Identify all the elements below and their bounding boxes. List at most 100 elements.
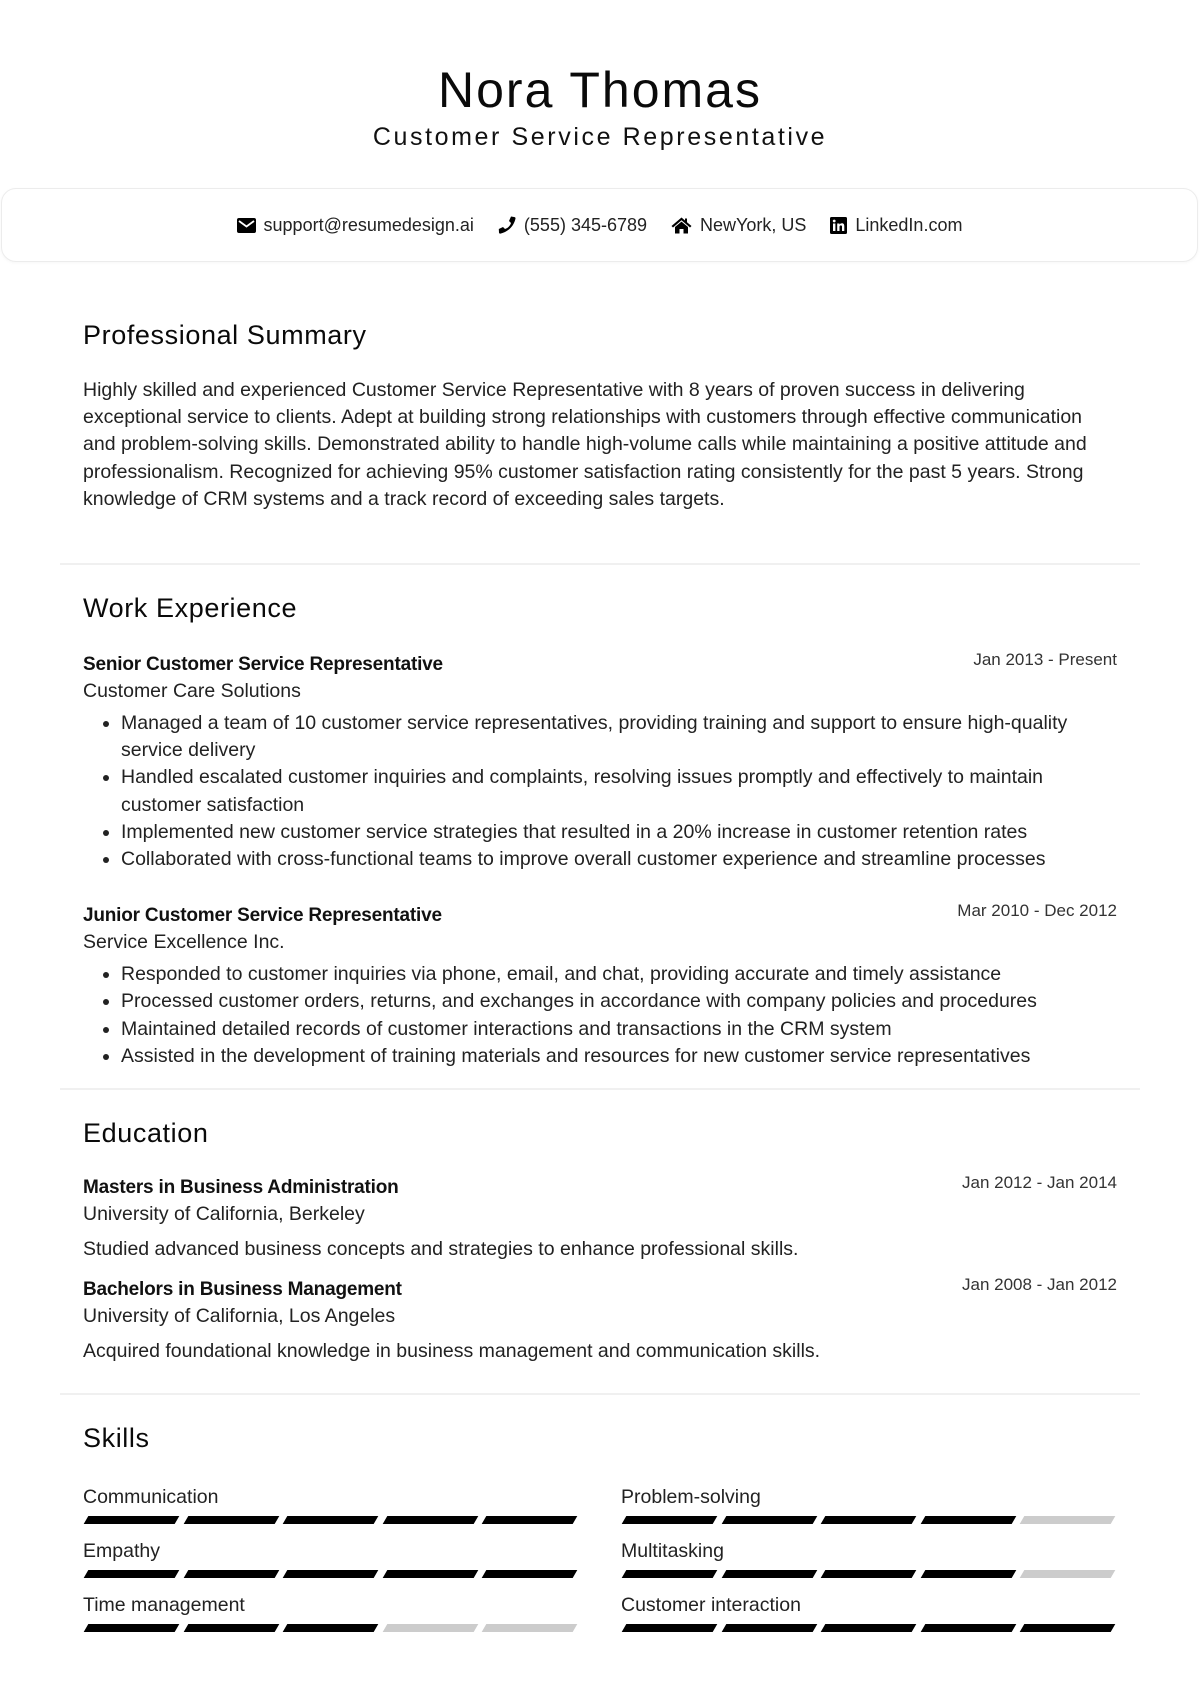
location-text: NewYork, US bbox=[700, 214, 807, 235]
job-entry: Junior Customer Service Representative M… bbox=[83, 901, 1117, 1070]
skills-heading: Skills bbox=[83, 1423, 150, 1454]
rating-segment-empty bbox=[1020, 1516, 1116, 1525]
skill-item: Communication bbox=[83, 1484, 621, 1525]
job-bullet: Managed a team of 10 customer service re… bbox=[121, 710, 1117, 764]
skills-grid: Communication Problem-solving Empathy Mu… bbox=[83, 1484, 1117, 1633]
education-heading: Education bbox=[83, 1118, 209, 1149]
rating-segment-filled bbox=[621, 1570, 717, 1579]
rating-segment-filled bbox=[183, 1624, 279, 1633]
rating-segment-filled bbox=[282, 1570, 379, 1579]
school-name: University of California, Berkeley bbox=[83, 1203, 365, 1226]
skill-name: Customer interaction bbox=[621, 1594, 801, 1617]
rating-segment-filled bbox=[820, 1624, 917, 1633]
skill-rating-bar bbox=[621, 1570, 1116, 1579]
job-date: Mar 2010 - Dec 2012 bbox=[957, 901, 1117, 921]
skill-item: Multitasking bbox=[621, 1538, 1121, 1579]
skill-item: Customer interaction bbox=[621, 1592, 1121, 1633]
education-entry: Bachelors in Business Management Jan 200… bbox=[83, 1275, 1117, 1365]
resume-body: Professional Summary Highly skilled and … bbox=[60, 262, 1140, 1633]
rating-segment-filled bbox=[721, 1516, 817, 1525]
skill-item: Empathy bbox=[83, 1538, 621, 1579]
skill-name: Time management bbox=[83, 1594, 245, 1617]
job-bullet: Handled escalated customer inquiries and… bbox=[121, 764, 1117, 818]
job-company: Service Excellence Inc. bbox=[83, 931, 285, 954]
contact-bar: support@resumedesign.ai (555) 345-6789 N… bbox=[1, 188, 1198, 262]
rating-segment-filled bbox=[920, 1570, 1016, 1579]
job-bullet: Assisted in the development of training … bbox=[121, 1043, 1117, 1070]
skill-name: Communication bbox=[83, 1486, 219, 1509]
linkedin-text: LinkedIn.com bbox=[855, 214, 963, 235]
contact-linkedin[interactable]: LinkedIn.com bbox=[830, 215, 962, 236]
rating-segment-filled bbox=[1020, 1624, 1116, 1633]
rating-segment-filled bbox=[482, 1570, 578, 1579]
home-icon bbox=[671, 217, 692, 234]
skill-rating-bar bbox=[83, 1516, 578, 1525]
summary-section: Professional Summary Highly skilled and … bbox=[60, 262, 1140, 563]
phone-text: (555) 345-6789 bbox=[523, 214, 648, 235]
job-title: Senior Customer Service Representative bbox=[83, 654, 443, 676]
job-date: Jan 2013 - Present bbox=[973, 650, 1117, 670]
skill-rating-bar bbox=[621, 1516, 1116, 1525]
skill-rating-bar bbox=[621, 1624, 1116, 1633]
rating-segment-filled bbox=[820, 1516, 917, 1525]
skill-name: Problem-solving bbox=[621, 1486, 761, 1509]
job-entry: Senior Customer Service Representative J… bbox=[83, 650, 1117, 873]
rating-segment-filled bbox=[83, 1516, 179, 1525]
rating-segment-filled bbox=[920, 1516, 1016, 1525]
rating-segment-filled bbox=[482, 1516, 578, 1525]
rating-segment-filled bbox=[721, 1570, 817, 1579]
summary-heading: Professional Summary bbox=[83, 320, 367, 350]
rating-segment-filled bbox=[382, 1570, 478, 1579]
skill-item: Time management bbox=[83, 1592, 621, 1633]
job-bullets: Responded to customer inquiries via phon… bbox=[83, 961, 1117, 1070]
summary-text: Highly skilled and experienced Customer … bbox=[83, 379, 1087, 510]
job-bullet: Responded to customer inquiries via phon… bbox=[121, 961, 1117, 988]
school-name: University of California, Los Angeles bbox=[83, 1305, 396, 1328]
rating-segment-empty bbox=[482, 1624, 578, 1633]
rating-segment-filled bbox=[183, 1570, 279, 1579]
rating-segment-filled bbox=[282, 1516, 379, 1525]
rating-segment-filled bbox=[621, 1516, 717, 1525]
skills-section: Skills Communication Problem-solving Emp… bbox=[60, 1395, 1140, 1633]
rating-segment-filled bbox=[83, 1624, 179, 1633]
work-section: Work Experience Senior Customer Service … bbox=[60, 565, 1140, 1088]
contact-phone[interactable]: (555) 345-6789 bbox=[498, 215, 647, 236]
education-section: Education Masters in Business Administra… bbox=[60, 1090, 1140, 1393]
candidate-name: Nora Thomas bbox=[438, 62, 762, 118]
job-bullet: Processed customer orders, returns, and … bbox=[121, 988, 1117, 1015]
rating-segment-filled bbox=[183, 1516, 279, 1525]
rating-segment-filled bbox=[83, 1570, 179, 1579]
job-bullets: Managed a team of 10 customer service re… bbox=[83, 710, 1117, 873]
education-date: Jan 2012 - Jan 2014 bbox=[961, 1173, 1117, 1193]
education-date: Jan 2008 - Jan 2012 bbox=[961, 1275, 1117, 1295]
education-entry: Masters in Business Administration Jan 2… bbox=[83, 1173, 1117, 1263]
skill-name: Empathy bbox=[83, 1540, 160, 1563]
job-bullet: Implemented new customer service strateg… bbox=[121, 819, 1117, 846]
resume-header: Nora Thomas Customer Service Representat… bbox=[0, 0, 1200, 152]
phone-icon bbox=[498, 216, 516, 234]
skill-rating-bar bbox=[83, 1624, 578, 1633]
work-heading: Work Experience bbox=[83, 593, 298, 624]
job-bullet: Collaborated with cross-functional teams… bbox=[121, 846, 1117, 873]
rating-segment-filled bbox=[621, 1624, 717, 1633]
contact-location: NewYork, US bbox=[671, 215, 806, 236]
job-company: Customer Care Solutions bbox=[83, 680, 301, 703]
job-bullet: Maintained detailed records of customer … bbox=[121, 1016, 1117, 1043]
skill-item: Problem-solving bbox=[621, 1484, 1121, 1525]
rating-segment-empty bbox=[1020, 1570, 1116, 1579]
email-text: support@resumedesign.ai bbox=[263, 214, 474, 235]
candidate-title: Customer Service Representative bbox=[372, 123, 828, 151]
education-description: Acquired foundational knowledge in busin… bbox=[83, 1340, 821, 1363]
rating-segment-filled bbox=[282, 1624, 379, 1633]
envelope-icon bbox=[236, 217, 256, 233]
skill-rating-bar bbox=[83, 1570, 578, 1579]
linkedin-icon bbox=[830, 216, 848, 234]
rating-segment-filled bbox=[382, 1516, 478, 1525]
education-description: Studied advanced business concepts and s… bbox=[83, 1238, 799, 1261]
rating-segment-filled bbox=[920, 1624, 1016, 1633]
skill-name: Multitasking bbox=[621, 1540, 724, 1563]
rating-segment-filled bbox=[820, 1570, 917, 1579]
rating-segment-filled bbox=[721, 1624, 817, 1633]
rating-segment-empty bbox=[382, 1624, 478, 1633]
contact-email[interactable]: support@resumedesign.ai bbox=[236, 214, 474, 236]
